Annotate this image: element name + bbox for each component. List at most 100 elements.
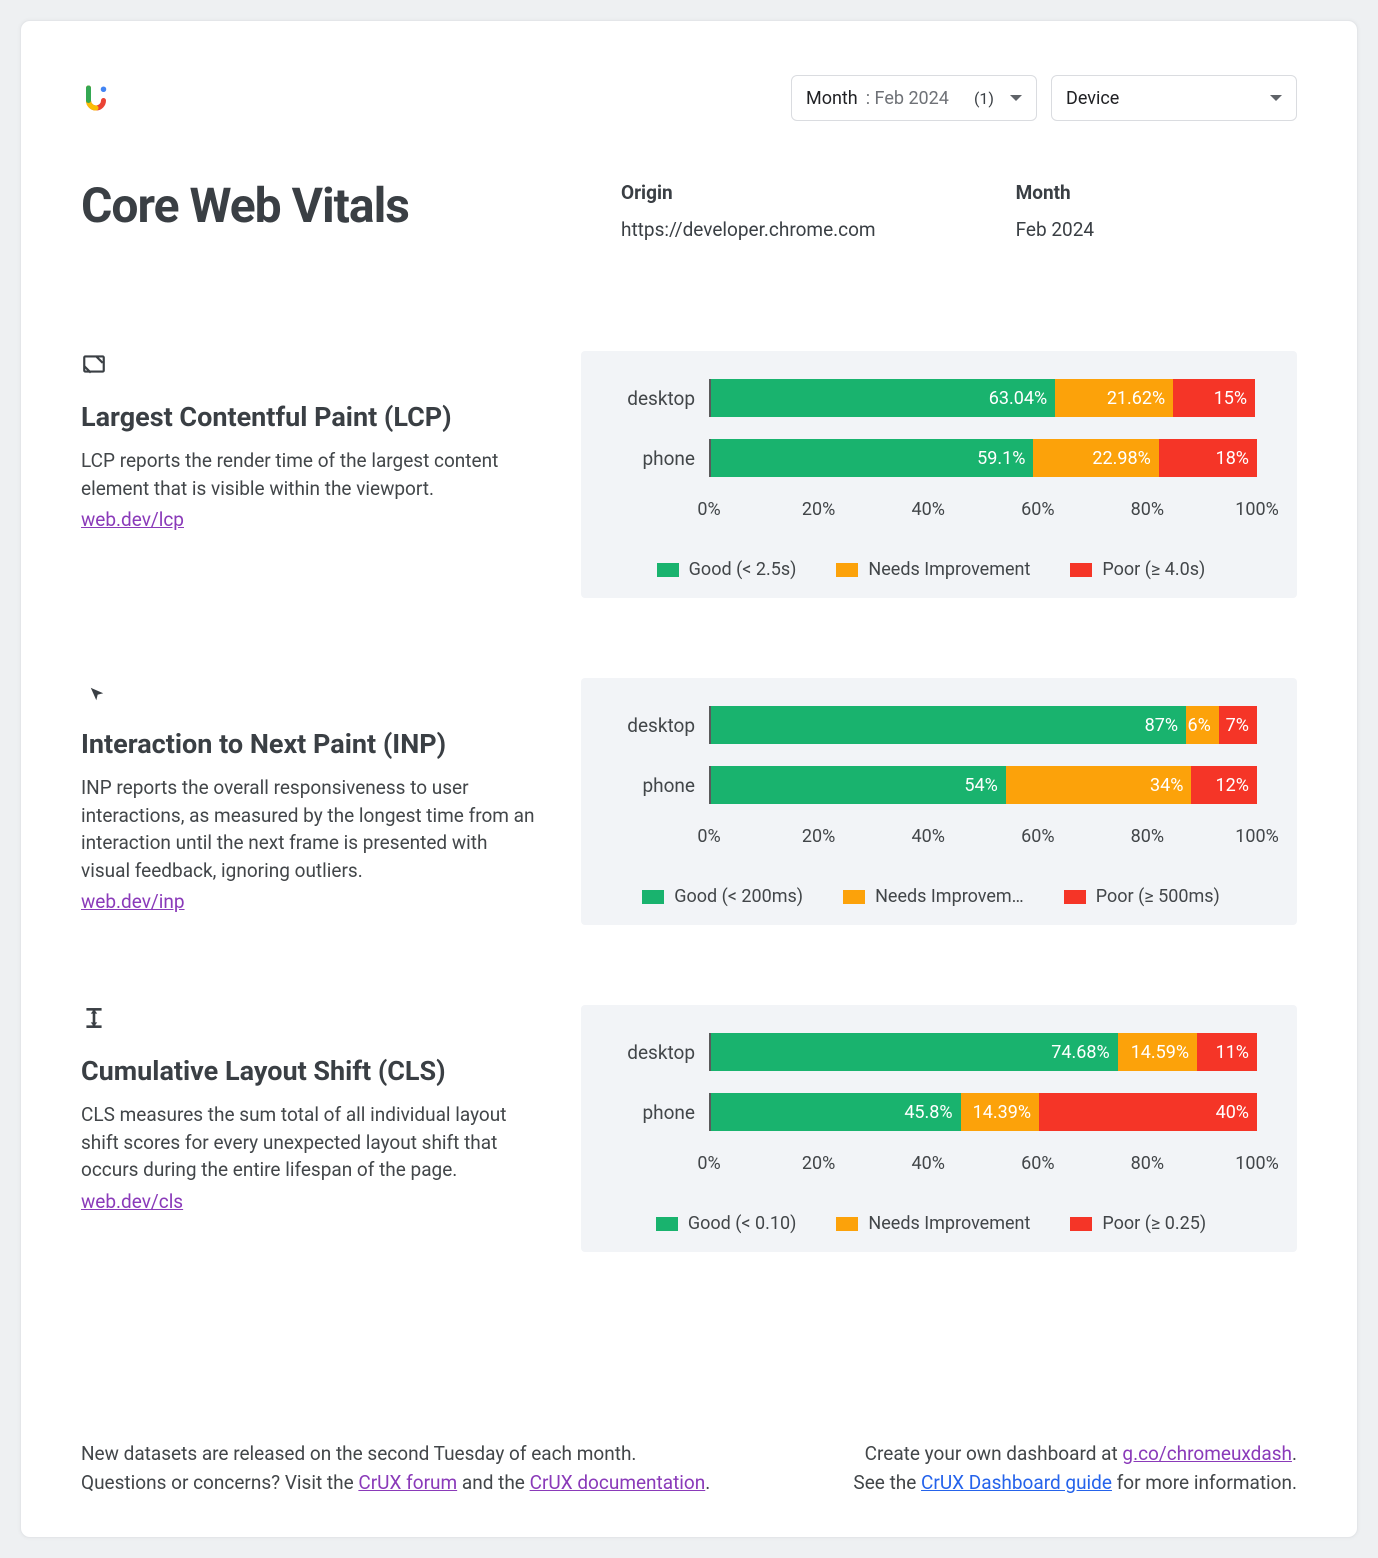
chart-row: desktop63.04%21.62%15% — [605, 379, 1257, 417]
footer-text: See the — [853, 1471, 921, 1494]
metric-description: INP reports the overall responsiveness t… — [81, 774, 541, 884]
chart-category-label: desktop — [605, 387, 709, 410]
lcp-icon — [81, 351, 541, 383]
axis-tick: 20% — [802, 499, 835, 520]
footer-text: Create your own dashboard at — [865, 1442, 1123, 1465]
chart-legend: Good (< 0.10) Needs Improvement Poor (≥ 0.… — [605, 1213, 1257, 1234]
footer-right: Create your own dashboard at g.co/chrome… — [853, 1440, 1297, 1497]
metric-link[interactable]: web.dev/lcp — [81, 508, 184, 531]
chart-legend: Good (< 2.5s) Needs Improvement Poor (≥ 4.… — [605, 559, 1257, 580]
chart-segment-ni: 22.98% — [1033, 439, 1158, 477]
metric-chart: desktop87%6%7%phone54%34%12%0%20%40%60%8… — [581, 678, 1297, 925]
metric-title: Cumulative Layout Shift (CLS) — [81, 1055, 541, 1087]
metric-link[interactable]: web.dev/inp — [81, 890, 185, 913]
axis-tick: 80% — [1131, 499, 1164, 520]
chart-category-label: desktop — [605, 714, 709, 737]
legend-label: Poor (≥ 0.25) — [1102, 1213, 1206, 1234]
legend-label: Needs Improvement — [868, 1213, 1030, 1234]
metric-section: Interaction to Next Paint (INP)INP repor… — [81, 678, 1297, 925]
chevron-down-icon — [1010, 95, 1022, 101]
metric-section: Cumulative Layout Shift (CLS)CLS measure… — [81, 1005, 1297, 1252]
legend-label: Poor (≥ 4.0s) — [1102, 559, 1205, 580]
axis-tick: 100% — [1235, 1153, 1279, 1174]
device-dropdown-label: Device — [1066, 88, 1119, 109]
crux-documentation-link[interactable]: CrUX documentation — [530, 1471, 706, 1494]
chart-segment-good: 59.1% — [711, 439, 1033, 477]
legend-swatch-poor — [1070, 1217, 1092, 1231]
chart-segment-good: 63.04% — [711, 379, 1055, 417]
month-dropdown-value: : Feb 2024 — [866, 88, 949, 109]
metric-chart: desktop63.04%21.62%15% phone59.1%22.98%18… — [581, 351, 1297, 598]
month-dropdown-count: (1) — [974, 89, 994, 108]
legend-swatch-poor — [1070, 563, 1092, 577]
footer-text: . — [1292, 1442, 1297, 1465]
chart-category-label: phone — [605, 1101, 709, 1124]
metric-title: Largest Contentful Paint (LCP) — [81, 401, 541, 433]
chart-track: 63.04%21.62%15% — [709, 379, 1257, 417]
footer-text: Questions or concerns? Visit the — [81, 1471, 358, 1494]
month-block: Month Feb 2024 — [1016, 181, 1094, 241]
chart-segment-ni: 14.39% — [961, 1093, 1039, 1131]
axis-tick: 0% — [697, 499, 720, 520]
axis-tick: 100% — [1235, 499, 1279, 520]
device-dropdown[interactable]: Device — [1051, 75, 1297, 121]
chromeuxdash-link[interactable]: g.co/chromeuxdash — [1122, 1442, 1292, 1465]
axis-tick: 0% — [697, 826, 720, 847]
footer: New datasets are released on the second … — [81, 1440, 1297, 1497]
chart-segment-good: 74.68% — [711, 1033, 1118, 1071]
chart-segment-poor: 7% — [1219, 706, 1257, 744]
legend-item-ni: Needs Improvem… — [843, 886, 1024, 907]
footer-text: New datasets are released on the second … — [81, 1442, 636, 1465]
chart-segment-ni: 14.59% — [1118, 1033, 1197, 1071]
legend-swatch-good — [642, 890, 664, 904]
top-bar: Month: Feb 2024 (1) Device — [81, 75, 1297, 121]
legend-item-poor: Poor (≥ 500ms) — [1064, 886, 1220, 907]
legend-swatch-ni — [836, 563, 858, 577]
crux-dashboard-guide-link[interactable]: CrUX Dashboard guide — [921, 1471, 1112, 1494]
chart-segment-ni: 6% — [1186, 706, 1219, 744]
chart-legend: Good (< 200ms) Needs Improvem… Poor (≥ 500… — [605, 886, 1257, 907]
legend-label: Needs Improvem… — [875, 886, 1024, 907]
legend-item-ni: Needs Improvement — [836, 559, 1030, 580]
legend-label: Good (< 2.5s) — [689, 559, 797, 580]
footer-left: New datasets are released on the second … — [81, 1440, 710, 1497]
legend-label: Good (< 200ms) — [674, 886, 803, 907]
chart-axis: 0%20%40%60%80%100% — [709, 499, 1257, 521]
chart-segment-ni: 21.62% — [1055, 379, 1173, 417]
chart-segment-poor: 11% — [1197, 1033, 1257, 1071]
axis-tick: 60% — [1021, 826, 1054, 847]
metric-link[interactable]: web.dev/cls — [81, 1190, 183, 1213]
chart-segment-good: 45.8% — [711, 1093, 961, 1131]
chart-segment-poor: 12% — [1191, 766, 1257, 804]
legend-item-good: Good (< 0.10) — [656, 1213, 797, 1234]
dashboard-card: Month: Feb 2024 (1) Device Core Web Vita… — [20, 20, 1358, 1538]
chevron-down-icon — [1270, 95, 1282, 101]
chart-category-label: desktop — [605, 1041, 709, 1064]
month-dropdown[interactable]: Month: Feb 2024 (1) — [791, 75, 1037, 121]
chart-category-label: phone — [605, 774, 709, 797]
legend-item-good: Good (< 2.5s) — [657, 559, 797, 580]
metric-description: LCP reports the render time of the large… — [81, 447, 541, 502]
chart-category-label: phone — [605, 447, 709, 470]
axis-tick: 20% — [802, 826, 835, 847]
axis-tick: 40% — [911, 499, 944, 520]
axis-tick: 80% — [1131, 826, 1164, 847]
legend-swatch-poor — [1064, 890, 1086, 904]
legend-item-poor: Poor (≥ 4.0s) — [1070, 559, 1205, 580]
legend-swatch-ni — [843, 890, 865, 904]
origin-label: Origin — [621, 181, 876, 204]
chart-segment-ni: 34% — [1006, 766, 1192, 804]
legend-label: Good (< 0.10) — [688, 1213, 797, 1234]
axis-tick: 80% — [1131, 1153, 1164, 1174]
chart-track: 74.68%14.59%11% — [709, 1033, 1257, 1071]
axis-tick: 40% — [911, 826, 944, 847]
crux-forum-link[interactable]: CrUX forum — [358, 1471, 457, 1494]
footer-text: for more information. — [1112, 1471, 1297, 1494]
axis-tick: 0% — [697, 1153, 720, 1174]
metric-section: Largest Contentful Paint (LCP) LCP report… — [81, 351, 1297, 598]
metric-chart: desktop74.68%14.59%11%phone45.8%14.39%40… — [581, 1005, 1297, 1252]
month-label: Month — [1016, 181, 1094, 204]
chart-segment-good: 87% — [711, 706, 1186, 744]
chart-segment-poor: 18% — [1159, 439, 1257, 477]
legend-item-ni: Needs Improvement — [836, 1213, 1030, 1234]
